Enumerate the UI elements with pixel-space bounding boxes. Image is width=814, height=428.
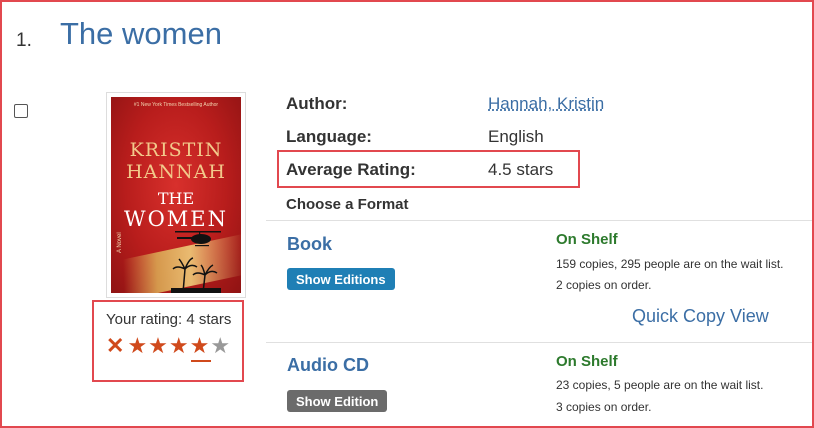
your-rating-box: Your rating: 4 stars ✕ ★ ★ ★ ★ ★ [92,300,244,382]
cover-subtitle: A Novel [117,232,123,253]
language-value: English [488,127,544,146]
star-4-icon[interactable]: ★ [190,335,210,357]
cover-title-the: THE [157,189,195,208]
audio-cd-availability: 23 copies, 5 people are on the wait list… [556,378,764,392]
star-2-icon[interactable]: ★ [148,335,168,357]
show-edition-button[interactable]: Show Edition [287,390,388,412]
quick-copy-view-link[interactable]: Quick Copy View [632,306,769,327]
choose-format-heading: Choose a Format [286,196,409,213]
show-editions-button[interactable]: Show Editions [287,268,395,290]
average-rating-value: 4.5 stars [488,160,554,179]
focused-star-indicator [191,360,211,362]
book-cover[interactable]: #1 New York Times Bestselling Author KRI… [106,92,246,298]
average-rating-label: Average Rating: [286,160,416,179]
audio-cd-on-order: 3 copies on order. [556,400,652,414]
result-number: 1. [16,30,32,51]
book-cover-image: #1 New York Times Bestselling Author KRI… [111,97,241,293]
star-5-icon[interactable]: ★ [210,335,230,357]
author-label: Author: [286,94,348,113]
result-title-link[interactable]: The women [60,16,222,52]
format-divider [266,220,812,221]
star-3-icon[interactable]: ★ [169,335,189,357]
format-book-link[interactable]: Book [287,234,332,255]
book-status: On Shelf [556,231,618,248]
language-label: Language: [286,127,372,146]
star-1-icon[interactable]: ★ [127,335,147,357]
cover-title-main: WOMEN [123,207,228,231]
author-link[interactable]: Hannah, Kristin [488,94,604,114]
format-audio-cd-link[interactable]: Audio CD [287,355,369,376]
your-rating-label: Your rating: 4 stars [106,311,232,328]
cover-tagline: #1 New York Times Bestselling Author [133,102,219,108]
clear-rating-x-icon[interactable]: ✕ [106,335,124,357]
book-availability: 159 copies, 295 people are on the wait l… [556,257,784,271]
palm-trees-icon [171,257,221,293]
helicopter-icon [175,231,221,247]
cover-author-last: HANNAH [126,161,226,183]
book-on-order: 2 copies on order. [556,278,652,292]
format-divider [266,342,812,343]
cover-author-first: KRISTIN [129,139,223,161]
select-result-checkbox[interactable] [14,104,28,118]
rating-stars: ✕ ★ ★ ★ ★ ★ [106,335,231,357]
audio-cd-status: On Shelf [556,353,618,370]
